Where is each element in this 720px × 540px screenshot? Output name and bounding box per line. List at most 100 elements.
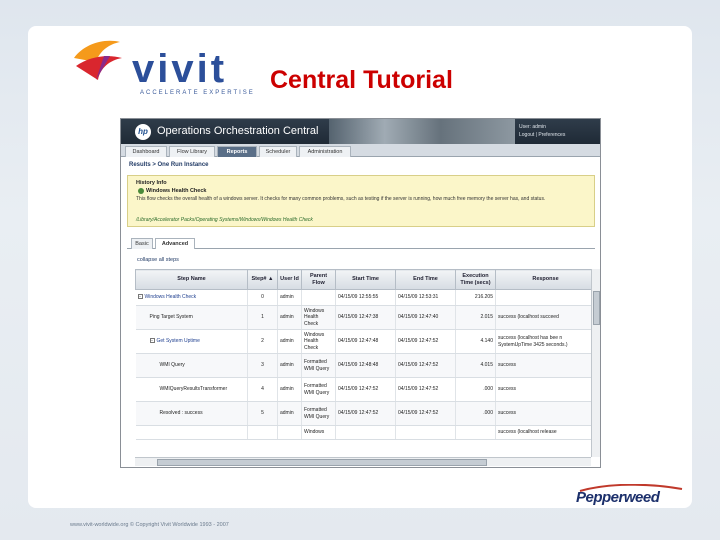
response-cell xyxy=(495,289,596,306)
parent-flow-cell xyxy=(301,289,336,306)
user-info: User: admin Logout | Preferences xyxy=(519,123,565,139)
col-step-number[interactable]: Step# ▲ xyxy=(247,269,278,290)
response-cell: success xyxy=(495,353,596,378)
tab-scheduler[interactable]: Scheduler xyxy=(259,146,297,157)
end-time-cell: 04/15/09 12:47:52 xyxy=(395,377,456,402)
parent-flow-cell: Windows Health Check xyxy=(301,305,336,330)
col-response[interactable]: Response xyxy=(495,269,596,290)
view-tabs: Basic Advanced xyxy=(127,237,595,249)
table-row[interactable]: WMI Query 3 admin Formatted WMI Query 04… xyxy=(135,353,596,378)
tab-dashboard[interactable]: Dashboard xyxy=(125,146,167,157)
step-name-cell[interactable] xyxy=(135,425,248,440)
breadcrumb[interactable]: Results > One Run Instance xyxy=(129,162,209,168)
user-id-cell: admin xyxy=(277,377,302,402)
tab-advanced[interactable]: Advanced xyxy=(155,238,195,249)
exec-time-cell: 2.015 xyxy=(455,305,496,330)
start-time-cell: 04/15/09 12:47:52 xyxy=(335,401,396,426)
end-time-cell: 04/15/09 12:53:31 xyxy=(395,289,456,306)
collapse-toggle-icon[interactable]: − xyxy=(149,338,155,344)
parent-flow-cell: Windows Health Check xyxy=(301,329,336,354)
flow-description: This flow checks the overall health of a… xyxy=(136,196,546,202)
start-time-cell: 04/15/09 12:47:38 xyxy=(335,305,396,330)
step-name-link[interactable]: Get System Uptime xyxy=(157,338,200,344)
horizontal-scrollbar[interactable] xyxy=(135,457,591,466)
step-name-cell[interactable]: Ping Target System xyxy=(135,305,248,330)
start-time-cell: 04/15/09 12:48:48 xyxy=(335,353,396,378)
step-number-cell: 4 xyxy=(247,377,278,402)
response-cell: success (localhost succeed xyxy=(495,305,596,330)
header-banner-image xyxy=(329,119,515,144)
col-user-id[interactable]: User Id xyxy=(277,269,302,290)
response-cell: success xyxy=(495,401,596,426)
logo-tagline: ACCELERATE EXPERTISE xyxy=(140,90,255,96)
parent-flow-cell: Formatted WMI Query xyxy=(301,377,336,402)
response-cell: success (localhost has bee n SystemUpTim… xyxy=(495,329,596,354)
vertical-scrollbar[interactable] xyxy=(591,269,600,457)
app-screenshot: hp Operations Orchestration Central User… xyxy=(120,118,601,468)
exec-time-cell xyxy=(455,425,496,440)
app-name: Operations Orchestration Central xyxy=(157,125,319,137)
step-name-cell[interactable]: − Windows Health Check xyxy=(135,289,248,306)
response-cell: success xyxy=(495,377,596,402)
step-name-cell[interactable]: WMIQueryResultsTransformer xyxy=(135,377,248,402)
col-start-time[interactable]: Start Time xyxy=(335,269,396,290)
col-parent-flow[interactable]: Parent Flow xyxy=(301,269,336,290)
logout-link[interactable]: Logout | Preferences xyxy=(519,131,565,139)
scrollbar-thumb[interactable] xyxy=(593,291,600,325)
table-row[interactable]: Resolved : success 5 admin Formatted WMI… xyxy=(135,401,596,426)
user-label: User: admin xyxy=(519,124,546,130)
step-number-cell: 3 xyxy=(247,353,278,378)
footer-copyright: www.vivit-worldwide.org © Copyright Vivi… xyxy=(70,522,229,528)
exec-time-cell: 4.140 xyxy=(455,329,496,354)
step-name-cell[interactable]: − Get System Uptime xyxy=(135,329,248,354)
flow-name: Windows Health Check xyxy=(146,188,207,194)
exec-time-cell: 4.015 xyxy=(455,353,496,378)
table-row[interactable]: Windows success (localhost release xyxy=(135,425,596,440)
end-time-cell: 04/15/09 12:47:52 xyxy=(395,401,456,426)
parent-flow-cell: Formatted WMI Query xyxy=(301,353,336,378)
end-time-cell xyxy=(395,425,456,440)
user-id-cell: admin xyxy=(277,401,302,426)
collapse-all-link[interactable]: collapse all steps xyxy=(137,257,179,263)
col-execution-time[interactable]: Execution Time (secs) xyxy=(455,269,496,290)
col-end-time[interactable]: End Time xyxy=(395,269,456,290)
parent-flow-cell: Formatted WMI Query xyxy=(301,401,336,426)
steps-table: Step Name Step# ▲ User Id Parent Flow St… xyxy=(135,269,596,440)
parent-flow-cell: Windows xyxy=(301,425,336,440)
step-number-cell: 2 xyxy=(247,329,278,354)
slide-title: Central Tutorial xyxy=(270,66,453,94)
end-time-cell: 04/15/09 12:47:52 xyxy=(395,329,456,354)
col-step-name[interactable]: Step Name xyxy=(135,269,248,290)
start-time-cell: 04/15/09 12:47:48 xyxy=(335,329,396,354)
exec-time-cell: .000 xyxy=(455,401,496,426)
step-number-cell: 5 xyxy=(247,401,278,426)
step-name-link[interactable]: Windows Health Check xyxy=(145,294,197,300)
response-cell: success (localhost release xyxy=(495,425,596,440)
table-row[interactable]: Ping Target System 1 admin Windows Healt… xyxy=(135,305,596,330)
step-number-cell xyxy=(247,425,278,440)
collapse-toggle-icon[interactable]: − xyxy=(137,294,143,300)
user-id-cell: admin xyxy=(277,305,302,330)
exec-time-cell: .000 xyxy=(455,377,496,402)
table-row[interactable]: − Get System Uptime 2 admin Windows Healt… xyxy=(135,329,596,354)
step-name-cell[interactable]: WMI Query xyxy=(135,353,248,378)
tab-administration[interactable]: Administration xyxy=(299,146,351,157)
start-time-cell xyxy=(335,425,396,440)
tab-flow-library[interactable]: Flow Library xyxy=(169,146,215,157)
pepperweed-logo: Pepperweed xyxy=(576,489,660,506)
user-id-cell: admin xyxy=(277,289,302,306)
scrollbar-thumb[interactable] xyxy=(157,459,487,466)
app-header: hp Operations Orchestration Central User… xyxy=(121,119,600,144)
exec-time-cell: 216.205 xyxy=(455,289,496,306)
user-id-cell xyxy=(277,425,302,440)
step-name-cell[interactable]: Resolved : success xyxy=(135,401,248,426)
start-time-cell: 04/15/09 12:55:55 xyxy=(335,289,396,306)
tab-reports[interactable]: Reports xyxy=(217,146,257,157)
table-row[interactable]: − Windows Health Check 0 admin 04/15/09 1… xyxy=(135,289,596,306)
main-nav: Dashboard Flow Library Reports Scheduler… xyxy=(121,144,600,157)
step-number-cell: 0 xyxy=(247,289,278,306)
table-row[interactable]: WMIQueryResultsTransformer 4 admin Forma… xyxy=(135,377,596,402)
tab-basic[interactable]: Basic xyxy=(131,238,153,249)
end-time-cell: 04/15/09 12:47:52 xyxy=(395,353,456,378)
flow-path-link[interactable]: /Library/Accelerator Packs/Operating Sys… xyxy=(136,217,313,223)
